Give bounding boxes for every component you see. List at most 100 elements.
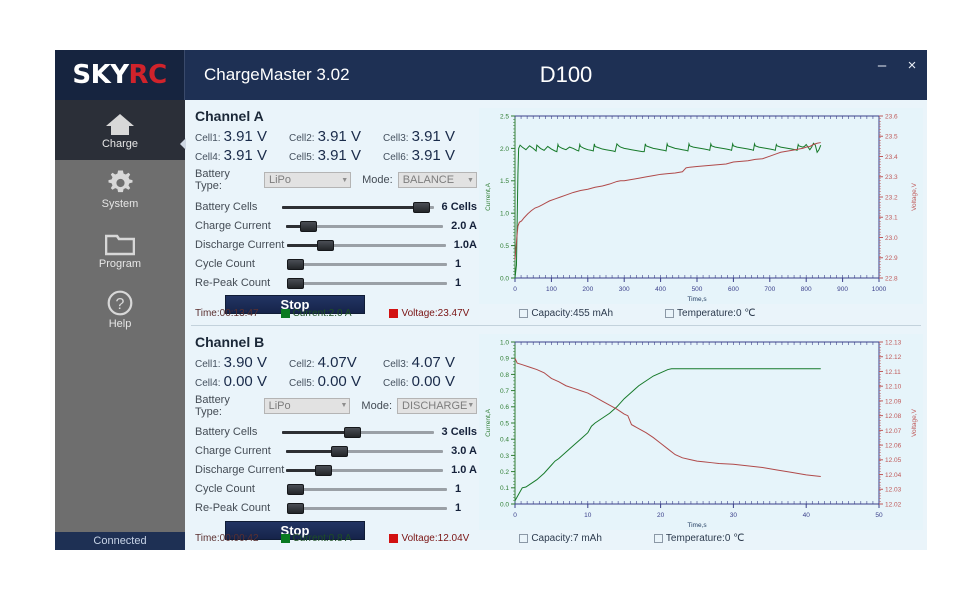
cell-reading: Cell3: 3.91 V — [383, 128, 477, 145]
home-icon — [105, 110, 135, 136]
svg-text:0.6: 0.6 — [500, 404, 509, 411]
channel-a-capacity-legend[interactable]: Capacity:455 mAh — [519, 308, 613, 319]
svg-text:500: 500 — [692, 286, 703, 293]
slider-knob[interactable] — [287, 277, 304, 289]
channel-b-voltage-legend[interactable]: Voltage:12.04V — [389, 533, 469, 544]
close-icon[interactable]: × — [903, 56, 921, 74]
sidebar-item-system[interactable]: System — [55, 160, 185, 220]
cell-value: 3.90 V — [223, 353, 267, 371]
cell-value: 4.07 V — [411, 353, 455, 371]
sidebar-item-charge[interactable]: Charge — [55, 100, 185, 160]
channel-a-temperature-legend[interactable]: Temperature:0 ℃ — [665, 308, 756, 319]
temperature-swatch-icon — [653, 534, 663, 543]
svg-text:Time,s: Time,s — [687, 522, 707, 529]
channel-b-current-legend[interactable]: Current:0.8 A — [280, 533, 351, 544]
slider-knob[interactable] — [287, 484, 304, 495]
channel-b-status-row: Time:00:00:42 Current:0.8 A Voltage:12.0… — [185, 529, 927, 548]
mode-select[interactable]: BALANCE ▼ — [397, 172, 477, 188]
logo-text-sky: SKY — [72, 60, 129, 90]
sidebar-item-help[interactable]: ? Help — [55, 280, 185, 340]
mode-select[interactable]: DISCHARGE ▼ — [397, 397, 477, 414]
channel-b-sliders: Battery Cells 3 Cells Charge Current 3.0… — [195, 423, 477, 518]
channel-b-chart: 0 10 20 30 40 50 Time,s 0.0 0.1 0.2 0.3 0.4 0.5 0.6 0.… — [477, 333, 927, 530]
svg-text:0: 0 — [513, 286, 517, 293]
svg-text:0.2: 0.2 — [500, 469, 509, 476]
slider-row-charge-current: Charge Current 2.0 A — [195, 216, 477, 235]
svg-text:0.5: 0.5 — [500, 243, 509, 250]
charge-current-slider[interactable] — [285, 444, 444, 458]
collapse-arrow-icon[interactable] — [180, 138, 186, 150]
svg-text:20: 20 — [657, 512, 665, 519]
battery-type-select[interactable]: LiPo ▼ — [263, 397, 351, 414]
svg-text:1000: 1000 — [872, 286, 887, 293]
slider-track — [287, 507, 447, 510]
slider-knob[interactable] — [331, 446, 349, 457]
discharge-current-slider[interactable] — [286, 238, 446, 252]
cell-value: 4.07V — [317, 353, 357, 371]
charge-current-slider[interactable] — [285, 219, 444, 233]
battery-type-label: Battery Type: — [195, 393, 230, 418]
svg-text:Voltage,V: Voltage,V — [911, 182, 918, 210]
slider-value: 1 — [455, 502, 462, 514]
chevron-down-icon: ▼ — [467, 402, 475, 409]
channel-b-controls: Channel B Cell1: 3.90 V Cell2: 4.07V Cell3… — [185, 333, 477, 540]
repeak-count-slider[interactable] — [287, 501, 447, 515]
battery-cells-slider[interactable] — [282, 200, 434, 214]
slider-knob[interactable] — [299, 220, 317, 232]
svg-text:12.13: 12.13 — [885, 339, 902, 346]
slider-value: 1.0 A — [451, 464, 477, 476]
cycle-count-slider[interactable] — [287, 257, 447, 271]
channel-a-voltage-legend[interactable]: Voltage:23.47V — [389, 308, 469, 319]
slider-knob[interactable] — [315, 465, 333, 476]
channel-a-time: Time:00:13:47 — [195, 307, 259, 319]
channel-b-temperature-legend[interactable]: Temperature:0 ℃ — [653, 533, 744, 544]
discharge-current-slider[interactable] — [285, 463, 444, 477]
svg-text:12.08: 12.08 — [885, 413, 902, 420]
voltage-swatch-icon — [389, 308, 399, 318]
svg-text:1.0: 1.0 — [500, 211, 509, 218]
chartB-svg: 0 10 20 30 40 50 Time,s 0.0 0.1 0.2 0.3 0.4 0.5 0.6 0.… — [479, 333, 923, 530]
slider-knob[interactable] — [287, 258, 304, 270]
channel-b-chart-canvas: 0 10 20 30 40 50 Time,s 0.0 0.1 0.2 0.3 0.4 0.5 0.6 0.… — [479, 333, 923, 530]
capacity-swatch-icon — [519, 308, 529, 318]
slider-label: Discharge Current — [195, 238, 285, 251]
channel-a-controls: Channel A Cell1: 3.91 V Cell2: 3.91 V Cell… — [185, 108, 477, 314]
slider-knob[interactable] — [413, 201, 431, 213]
slider-knob[interactable] — [287, 503, 304, 514]
channel-a-capacity: Capacity:455 mAh — [531, 307, 614, 319]
channel-b-capacity-legend[interactable]: Capacity:7 mAh — [519, 533, 602, 544]
battery-type-select[interactable]: LiPo ▼ — [263, 172, 352, 188]
mode-label: Mode: — [361, 399, 392, 412]
svg-text:12.11: 12.11 — [885, 368, 901, 375]
channel-b-title: Channel B — [195, 333, 265, 350]
slider-row-battery-cells: Battery Cells 6 Cells — [195, 197, 477, 216]
svg-text:12.10: 12.10 — [885, 383, 902, 390]
title-bar: SKYRC ChargeMaster 3.02 D100 – × — [55, 50, 927, 100]
slider-row-discharge-current: Discharge Current 1.0A — [195, 235, 477, 254]
logo-text-rc: RC — [128, 60, 168, 90]
cycle-count-slider[interactable] — [287, 482, 447, 496]
svg-text:23.5: 23.5 — [885, 134, 898, 141]
svg-text:12.12: 12.12 — [885, 354, 902, 361]
sidebar-item-program[interactable]: Program — [55, 220, 185, 280]
svg-text:30: 30 — [730, 512, 738, 519]
sidebar-label-charge: Charge — [101, 138, 139, 150]
channel-a-current-legend[interactable]: Current:2.0 A — [280, 308, 351, 319]
svg-text:23.1: 23.1 — [885, 215, 898, 222]
svg-text:Voltage,V: Voltage,V — [911, 408, 918, 436]
svg-text:22.9: 22.9 — [885, 255, 898, 262]
battery-cells-slider[interactable] — [282, 425, 434, 439]
slider-knob[interactable] — [343, 427, 361, 438]
repeak-count-slider[interactable] — [287, 276, 447, 290]
cell-reading: Cell4: 0.00 V — [195, 373, 289, 390]
slider-label: Cycle Count — [195, 257, 255, 270]
svg-text:23.2: 23.2 — [885, 194, 898, 201]
slider-row-cycle-count: Cycle Count 1 — [195, 254, 477, 273]
sidebar-label-system: System — [101, 198, 139, 210]
minimize-icon[interactable]: – — [873, 56, 891, 74]
slider-label: Charge Current — [195, 445, 271, 457]
svg-text:0.9: 0.9 — [500, 355, 509, 362]
slider-knob[interactable] — [316, 239, 334, 251]
svg-text:1.0: 1.0 — [500, 339, 509, 346]
svg-text:1.5: 1.5 — [500, 178, 509, 185]
